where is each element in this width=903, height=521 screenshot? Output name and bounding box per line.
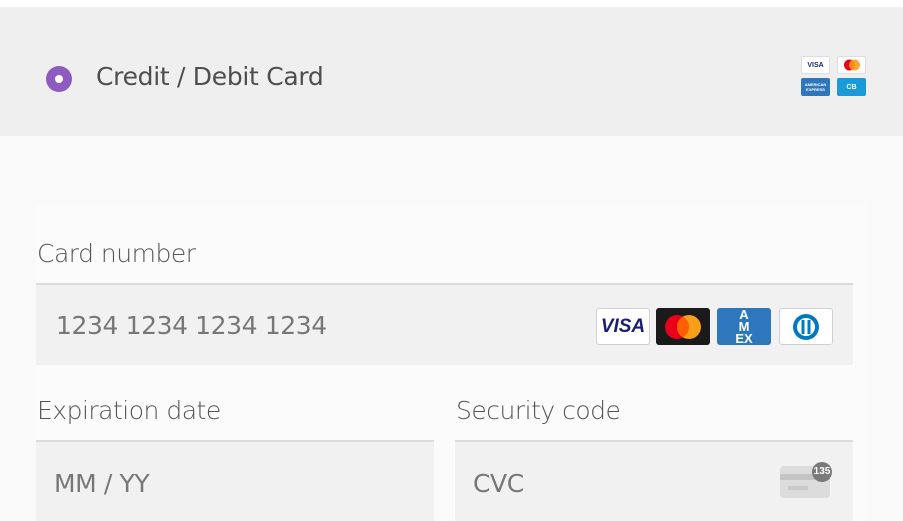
diners-club-icon	[779, 308, 833, 345]
mastercard-icon	[656, 308, 710, 345]
expiration-date-placeholder: MM / YY	[54, 469, 150, 498]
visa-mini-icon: VISA	[801, 56, 830, 74]
security-code-label: Security code	[456, 396, 621, 425]
accepted-cards-logos: VISA AMERICAN EXPRESS CB	[801, 56, 867, 98]
card-number-field[interactable]: 1234 1234 1234 1234 VISA AM EX	[36, 283, 853, 365]
cb-mini-icon: CB	[837, 78, 866, 96]
expiration-date-field[interactable]: MM / YY	[36, 440, 434, 521]
card-number-label: Card number	[37, 239, 196, 268]
amex-mini-icon: AMERICAN EXPRESS	[801, 78, 830, 96]
payment-method-title: Credit / Debit Card	[96, 62, 324, 91]
amex-icon: AM EX	[717, 308, 771, 345]
visa-icon: VISA	[596, 308, 650, 345]
mastercard-mini-icon	[837, 56, 866, 74]
payment-method-header[interactable]: Credit / Debit Card VISA AMERICAN EXPRES…	[0, 7, 903, 136]
payment-method-radio[interactable]	[46, 66, 72, 92]
expiration-date-label: Expiration date	[37, 396, 221, 425]
cvc-hint-number: 135	[813, 466, 831, 477]
security-code-placeholder: CVC	[473, 469, 524, 498]
card-number-placeholder: 1234 1234 1234 1234	[56, 311, 327, 340]
cvc-card-icon: 135	[780, 462, 836, 502]
